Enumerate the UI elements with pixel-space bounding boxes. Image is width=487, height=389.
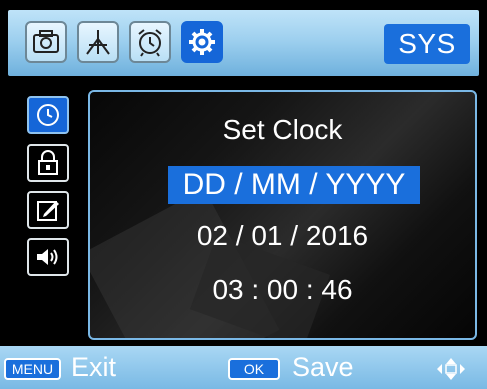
sidebar-item-clock[interactable] <box>27 96 69 134</box>
lock-icon <box>38 150 58 175</box>
clock-icon <box>37 104 59 126</box>
sidebar-item-sound[interactable] <box>27 238 69 276</box>
tab-settings[interactable] <box>181 21 223 63</box>
alarm-clock-icon <box>138 29 162 57</box>
camera-settings-screen: SYS Set Clock DD / MM / YYYY 02 / 01 / 2… <box>0 0 487 389</box>
speaker-icon <box>37 249 58 265</box>
section-badge: SYS <box>384 24 470 64</box>
camera-icon <box>33 30 59 53</box>
date-value[interactable]: 02 / 01 / 2016 <box>90 220 475 252</box>
time-value[interactable]: 03 : 00 : 46 <box>90 274 475 306</box>
date-format-option[interactable]: DD / MM / YYYY <box>168 166 420 204</box>
save-label: Save <box>292 352 354 382</box>
tab-camera[interactable] <box>25 21 67 63</box>
tab-alarm[interactable] <box>129 21 171 63</box>
ok-key[interactable]: OK <box>228 358 280 380</box>
edit-icon <box>37 201 59 221</box>
sidebar-item-edit[interactable] <box>27 191 69 229</box>
tripod-icon <box>86 30 110 55</box>
dpad-icon <box>437 358 465 380</box>
tab-tripod[interactable] <box>77 21 119 63</box>
sidebar-item-lock[interactable] <box>27 144 69 182</box>
panel-title: Set Clock <box>222 114 343 145</box>
set-clock-panel: Set Clock DD / MM / YYYY 02 / 01 / 2016 … <box>88 90 477 340</box>
exit-label: Exit <box>71 352 117 382</box>
gear-icon <box>189 29 215 55</box>
footer-bar: MENU Exit OK Save <box>0 346 487 389</box>
menu-key[interactable]: MENU <box>4 358 61 380</box>
tab-bar: SYS <box>8 10 479 76</box>
